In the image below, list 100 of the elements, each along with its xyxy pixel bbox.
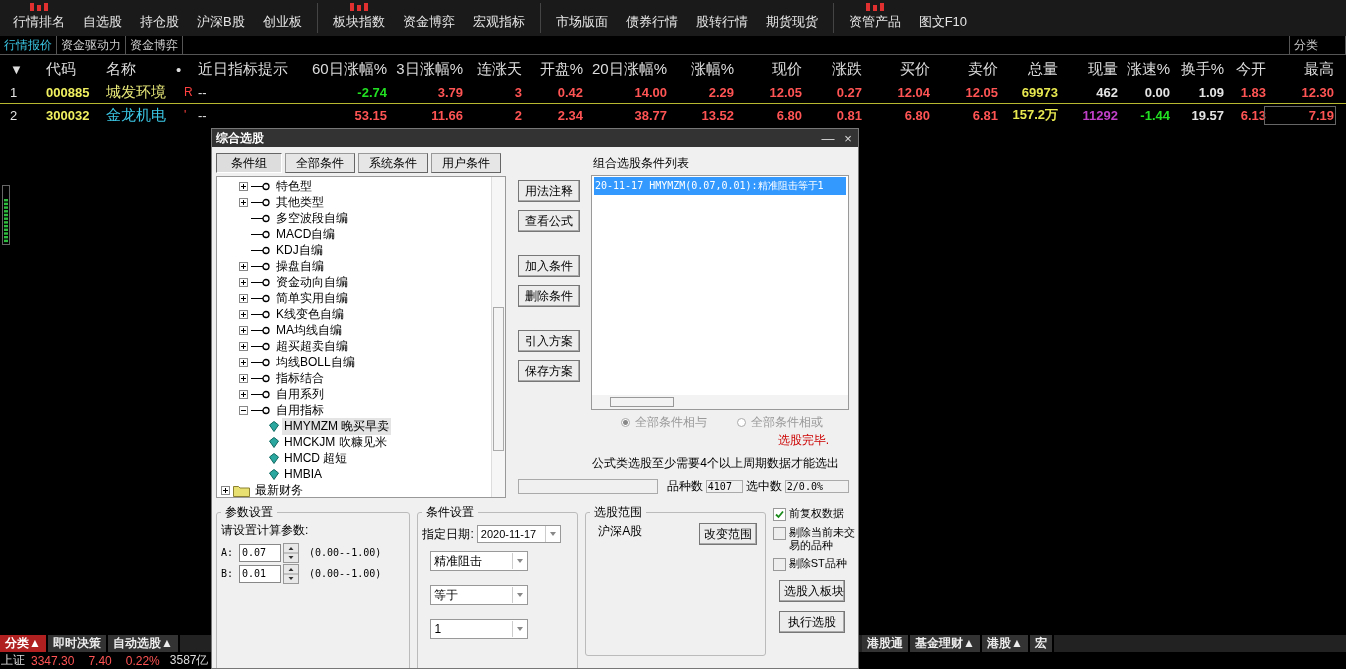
tree-item[interactable]: 超买超卖自编	[274, 337, 350, 355]
bottom-tab[interactable]: 宏	[1029, 635, 1054, 652]
spinner-icon[interactable]	[283, 563, 299, 584]
action-button[interactable]: 查看公式	[518, 210, 580, 232]
bottom-tab[interactable]: 即时决策	[47, 635, 108, 652]
column-header[interactable]: 涨跌	[802, 59, 862, 79]
tree-item[interactable]: HMCD 超短	[282, 449, 350, 467]
parameter-field[interactable]: 0.07	[239, 543, 281, 562]
sort-marker[interactable]: ▼	[6, 61, 46, 77]
tree-item[interactable]: 其他类型	[274, 193, 326, 211]
bottom-tab[interactable]: 自动选股▲	[107, 635, 180, 652]
action-button[interactable]: 加入条件	[518, 255, 580, 277]
column-header[interactable]: 现价	[734, 59, 802, 79]
scrollbar-thumb[interactable]	[493, 307, 504, 451]
tree-item[interactable]: HMBIA	[282, 467, 324, 481]
toolbar-button[interactable]: 沪深B股	[188, 0, 254, 36]
expand-icon[interactable]	[239, 197, 248, 207]
toolbar-button[interactable]: 宏观指标	[463, 0, 534, 36]
checkbox[interactable]	[772, 527, 786, 540]
dialog-tab[interactable]: 系统条件	[358, 153, 428, 173]
tree-item[interactable]: 操盘自编	[274, 257, 326, 275]
tree-item[interactable]: MACD自编	[274, 225, 338, 243]
column-header[interactable]: 今开	[1224, 59, 1266, 79]
bottom-tab[interactable]: 港股通	[862, 635, 910, 652]
column-header[interactable]: 名称	[106, 59, 176, 79]
close-button[interactable]: ×	[838, 130, 858, 146]
column-header[interactable]: 开盘%	[522, 59, 583, 79]
tree-item[interactable]: 资金动向自编	[274, 273, 350, 291]
expand-icon[interactable]	[239, 389, 248, 399]
expand-icon[interactable]	[239, 341, 248, 351]
column-header[interactable]: 买价	[862, 59, 930, 79]
collapse-icon[interactable]	[239, 405, 248, 415]
toolbar-button[interactable]: 持仓股	[131, 0, 188, 36]
condition-dropdown[interactable]: 精准阻击	[430, 551, 529, 571]
parameter-field[interactable]: 0.01	[239, 564, 281, 583]
toolbar-button[interactable]: 资金博弈	[393, 0, 464, 36]
expand-icon[interactable]	[239, 309, 248, 319]
column-header[interactable]: 现量	[1058, 59, 1118, 79]
column-header[interactable]: 涨速%	[1118, 59, 1170, 79]
toolbar-button[interactable]: 债券行情	[616, 0, 687, 36]
toolbar-button[interactable]: 创业板	[253, 0, 311, 36]
expand-icon[interactable]	[239, 277, 248, 287]
tree-item[interactable]: K线变色自编	[274, 305, 346, 323]
column-header[interactable]: 最高	[1266, 59, 1334, 79]
dialog-tab[interactable]: 条件组	[216, 153, 282, 173]
expand-icon[interactable]	[239, 357, 248, 367]
checkbox[interactable]	[772, 508, 786, 521]
column-header[interactable]: 换手%	[1170, 59, 1224, 79]
tree-item[interactable]: MA均线自编	[274, 321, 344, 339]
toolbar-button[interactable]: 行情排名	[4, 0, 74, 36]
tree-item[interactable]: 特色型	[274, 177, 314, 195]
tree-item[interactable]: 简单实用自编	[274, 289, 350, 307]
expand-icon[interactable]	[239, 261, 248, 271]
column-header[interactable]: 20日涨幅%	[583, 59, 667, 79]
tree-item[interactable]: HMCKJM 吹糠见米	[282, 433, 389, 451]
column-header[interactable]: 60日涨幅%	[296, 59, 387, 79]
toolbar-button[interactable]: 期货现货	[756, 0, 827, 36]
expand-icon[interactable]	[239, 325, 248, 335]
tree-item[interactable]: 均线BOLL自编	[274, 353, 357, 371]
tree-item[interactable]: 最新财务	[253, 481, 305, 497]
column-header[interactable]: 总量	[998, 59, 1058, 79]
expand-icon[interactable]	[239, 293, 248, 303]
expand-icon[interactable]	[239, 181, 248, 191]
condition-dropdown[interactable]: 1	[430, 619, 529, 639]
condition-dropdown[interactable]: 等于	[430, 585, 529, 605]
scrollbar-thumb[interactable]	[610, 397, 674, 407]
action-button[interactable]: 执行选股	[778, 611, 845, 633]
action-button[interactable]: 删除条件	[518, 285, 580, 307]
radio-button[interactable]	[737, 417, 746, 427]
action-button[interactable]: 用法注释	[518, 180, 580, 202]
action-button[interactable]: 选股入板块	[778, 580, 845, 602]
tree-item[interactable]: HMYMZM 晚买早卖	[282, 417, 392, 435]
tree-item[interactable]: KDJ自编	[274, 241, 325, 259]
column-header[interactable]: •	[176, 60, 198, 78]
bottom-tab[interactable]: 港股▲	[981, 635, 1030, 652]
toolbar-button[interactable]: 市场版面	[546, 0, 617, 36]
column-header[interactable]: 涨幅%	[667, 59, 734, 79]
expand-icon[interactable]	[221, 485, 230, 495]
dialog-tab[interactable]: 全部条件	[285, 153, 355, 173]
column-header[interactable]: 卖价	[930, 59, 998, 79]
column-header[interactable]: 近日指标提示	[198, 59, 296, 79]
column-header[interactable]: 3日涨幅%	[387, 59, 463, 79]
column-header[interactable]: 连涨天	[463, 59, 522, 79]
tree-item[interactable]: 自用指标	[274, 401, 326, 419]
dialog-tab[interactable]: 用户条件	[431, 153, 501, 173]
bottom-tab[interactable]: 分类▲	[0, 635, 48, 652]
tree-item[interactable]: 多空波段自编	[274, 209, 350, 227]
bottom-tab[interactable]: 基金理财▲	[910, 635, 982, 652]
column-header[interactable]: 代码	[46, 59, 106, 79]
checkbox[interactable]	[772, 558, 786, 571]
radio-button[interactable]	[621, 417, 630, 427]
tree-item[interactable]: 自用系列	[274, 385, 326, 403]
action-button[interactable]: 保存方案	[518, 360, 580, 382]
toolbar-button[interactable]: 图文F10	[909, 0, 977, 36]
minimize-button[interactable]: —	[818, 130, 838, 146]
action-button[interactable]: 引入方案	[518, 330, 580, 352]
toolbar-button[interactable]: 资管产品	[839, 0, 910, 36]
toolbar-button[interactable]: 板块指数	[323, 0, 394, 36]
date-dropdown[interactable]: 2020-11-17	[476, 525, 561, 543]
expand-icon[interactable]	[239, 373, 248, 383]
